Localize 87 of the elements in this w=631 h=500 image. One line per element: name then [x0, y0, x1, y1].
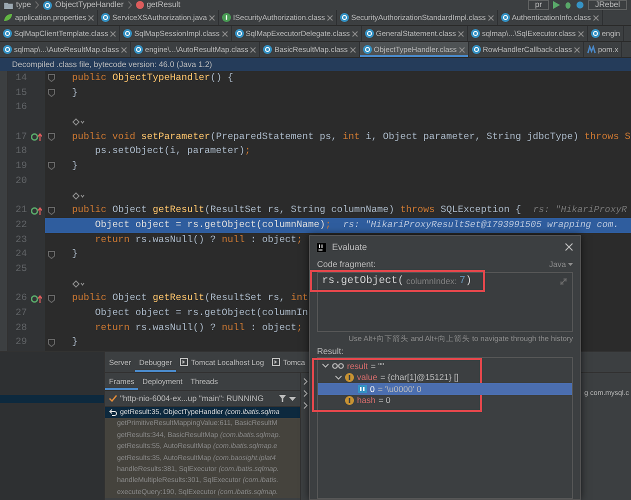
close-icon[interactable] [352, 30, 358, 36]
fold-icon[interactable] [48, 206, 55, 215]
field-label: Code fragment: [317, 259, 376, 269]
close-icon[interactable] [222, 30, 228, 36]
close-icon[interactable] [565, 243, 573, 251]
close-icon[interactable] [110, 30, 116, 36]
code-line: return rs.wasNull() ? null : object; [94, 232, 302, 247]
close-icon[interactable] [578, 30, 584, 36]
fold-icon[interactable] [48, 162, 55, 170]
close-icon[interactable] [88, 14, 94, 20]
app-logo-icon [317, 242, 326, 252]
inlay-hint-icon[interactable] [72, 192, 85, 200]
fold-icon[interactable] [48, 74, 55, 82]
fold-icon[interactable] [48, 294, 55, 303]
code-line: public void setParameter(PreparedStatement ps, int i, Object parameter, String jdbcType) throws S [72, 130, 630, 144]
console-icon [272, 358, 280, 366]
breadcrumb-item[interactable]: getResult [146, 0, 180, 10]
breadcrumb-item[interactable]: ObjectTypeHandler [55, 0, 124, 10]
tree-row[interactable]: 0 = '\u0000' 0 [318, 383, 572, 394]
class-icon [101, 13, 110, 22]
close-icon[interactable] [350, 46, 356, 52]
fold-icon[interactable] [48, 133, 55, 142]
class-icon [234, 29, 244, 38]
tree-row[interactable]: hash = 0 [318, 394, 572, 406]
class-icon [43, 0, 52, 10]
override-icon[interactable] [31, 133, 42, 142]
inline-value: rs: "HikariProxyResultSet@1793991505 wrapping com. [343, 218, 619, 232]
field-icon [345, 396, 354, 405]
inlay-hint-icon[interactable] [72, 118, 85, 126]
close-icon[interactable] [327, 14, 334, 20]
code-line: } [72, 159, 78, 174]
decompiled-banner: Decompiled .class file, bytecode version: 46.0 (Java 1.2) [0, 58, 631, 71]
override-icon[interactable] [31, 206, 42, 215]
tree-row[interactable]: value = {char[1]@15121} [] [318, 372, 572, 383]
run-icon[interactable] [553, 1, 560, 9]
code-line: } [72, 247, 78, 262]
code-line: public Object getResult(ResultSet rs, int [72, 291, 308, 306]
inline-value: rs: "HikariProxyR [533, 203, 627, 218]
class-icon [500, 13, 510, 22]
override-icon[interactable] [31, 294, 42, 303]
maven-icon [586, 45, 596, 54]
code-line: Object object = rs.getObject(columnName); [94, 218, 332, 232]
method-icon [136, 1, 144, 9]
return-arrow-icon [109, 409, 117, 416]
code-line: return rs.wasNull() ? null : object; [94, 320, 302, 335]
plugin-dropdown[interactable]: JRebel [588, 0, 627, 10]
close-icon[interactable] [458, 46, 465, 52]
chevron-icon [35, 1, 40, 9]
close-icon[interactable] [250, 46, 256, 52]
inlay-hint-icon[interactable] [72, 280, 85, 288]
close-icon[interactable] [121, 46, 128, 52]
filter-icon[interactable] [279, 395, 286, 402]
caret-icon[interactable] [289, 396, 296, 400]
field-label: Result: [317, 346, 344, 356]
language-dropdown[interactable]: Java [549, 260, 573, 268]
glasses-icon [332, 362, 344, 369]
dialog-title: Evaluate [332, 242, 368, 252]
code-line: public Object getResult(ResultSet rs, String columnName) throws SQLException { [72, 203, 522, 218]
fold-icon[interactable] [48, 250, 55, 259]
code-line: ps.setObject(i, parameter); [94, 144, 250, 158]
code-line: public ObjectTypeHandler() { [72, 71, 234, 85]
array-element-icon [358, 384, 367, 393]
fold-icon[interactable] [48, 338, 55, 347]
code-line: Object object = rs.getObject(columnIn [94, 306, 308, 320]
expression-input[interactable]: rs.getObject( columnIndex: 7) [310, 270, 485, 292]
breadcrumb-item[interactable]: type [16, 0, 32, 10]
close-icon[interactable] [458, 30, 464, 36]
class-icon [263, 45, 272, 54]
chevron-icon [128, 1, 132, 9]
class-icon [590, 29, 600, 38]
caret-icon [568, 262, 573, 266]
close-icon[interactable] [592, 14, 599, 20]
properties-file-icon [3, 13, 13, 22]
close-icon[interactable] [574, 46, 580, 52]
close-icon[interactable] [208, 14, 215, 20]
interface-icon [222, 13, 231, 22]
run-config-dropdown[interactable]: pr [528, 0, 550, 10]
console-icon [180, 358, 188, 366]
code-line: } [72, 86, 78, 100]
check-icon [109, 395, 117, 402]
fold-icon[interactable] [48, 89, 55, 98]
code-line: } [72, 335, 78, 350]
tree-row[interactable]: result = "" [318, 360, 572, 372]
field-icon [345, 372, 354, 382]
close-icon[interactable] [488, 14, 494, 20]
collapse-icon[interactable] [560, 278, 567, 285]
class-icon [340, 13, 350, 22]
